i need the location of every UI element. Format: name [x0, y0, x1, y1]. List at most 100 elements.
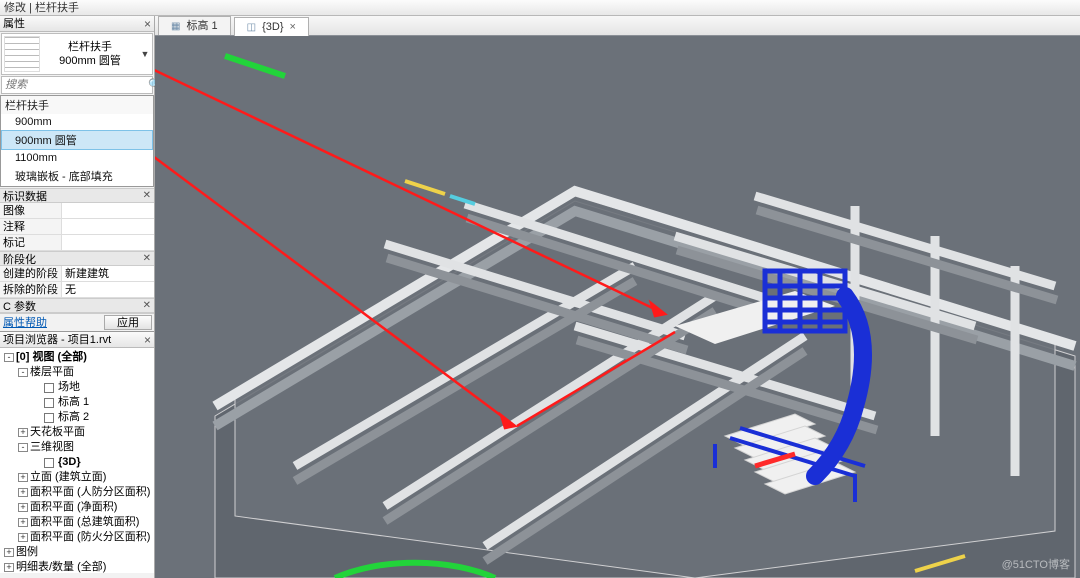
section-label: 标识数据 — [3, 188, 47, 204]
tree-node[interactable]: -三维视图 — [0, 440, 154, 455]
tree-label: 立面 (建筑立面) — [30, 470, 106, 485]
prop-row: 图像 — [0, 203, 154, 219]
tree-node[interactable]: {3D} — [0, 455, 154, 470]
chevron-down-icon[interactable]: ▼ — [138, 49, 152, 59]
tree-label: 三维视图 — [30, 440, 74, 455]
tree-label: {3D} — [58, 455, 81, 470]
dropdown-option[interactable]: 1100mm — [1, 150, 153, 166]
tree-label: 面积平面 (人防分区面积) — [30, 485, 150, 500]
close-icon[interactable]: × — [144, 332, 151, 348]
tree-node[interactable]: 标高 2 — [0, 410, 154, 425]
tab-label: {3D} — [262, 18, 283, 37]
tree-toggle-icon[interactable]: + — [18, 533, 28, 542]
tab-active[interactable]: ◫ {3D} × — [234, 17, 309, 36]
chevron-icon: ✕ — [143, 190, 151, 201]
tree-toggle-icon[interactable]: - — [18, 368, 28, 377]
close-icon[interactable]: × — [290, 18, 296, 37]
section-id-data[interactable]: 标识数据 ✕ — [0, 188, 154, 203]
tree-toggle-icon[interactable]: - — [18, 443, 28, 452]
type-text: 栏杆扶手 900mm 圆管 — [42, 40, 138, 68]
prop-value[interactable]: 无 — [62, 282, 154, 297]
prop-row: 标记 — [0, 235, 154, 251]
prop-value[interactable]: 新建建筑 — [62, 266, 154, 281]
tree-node[interactable]: +面积平面 (人防分区面积) — [0, 485, 154, 500]
search-box: 🔍 — [1, 76, 153, 94]
tree-node[interactable]: -楼层平面 — [0, 365, 154, 380]
type-dropdown: 栏杆扶手 900mm 900mm 圆管 1100mm 玻璃嵌板 - 底部填充 — [0, 95, 154, 187]
tree-node[interactable]: +图例 — [0, 545, 154, 560]
browser-header: 项目浏览器 - 项目1.rvt × — [0, 332, 154, 348]
apply-button[interactable]: 应用 — [104, 315, 152, 330]
tree-toggle-icon[interactable]: - — [4, 353, 14, 362]
tree-toggle-icon[interactable]: + — [18, 428, 28, 437]
tree-node[interactable]: 标高 1 — [0, 395, 154, 410]
tree-label: 面积平面 (总建筑面积) — [30, 515, 139, 530]
tree-node[interactable]: +立面 (建筑立面) — [0, 470, 154, 485]
section-label: 阶段化 — [3, 251, 36, 267]
model-svg — [155, 36, 1080, 578]
checkbox-icon[interactable] — [44, 458, 54, 468]
type-name: 栏杆扶手 — [42, 40, 138, 54]
tree-label: 场地 — [58, 380, 80, 395]
tree-label: 标高 1 — [58, 395, 89, 410]
section-phase[interactable]: 阶段化 ✕ — [0, 251, 154, 266]
tree-node[interactable]: +面积平面 (总建筑面积) — [0, 515, 154, 530]
help-row: 属性帮助 应用 — [0, 313, 154, 331]
section-c-params[interactable]: C 参数 ✕ — [0, 298, 154, 313]
chevron-icon: ✕ — [143, 300, 151, 311]
tree-label: 面积平面 (净面积) — [30, 500, 117, 515]
prop-key: 创建的阶段 — [0, 266, 62, 281]
tree-node[interactable]: +面积平面 (防火分区面积) — [0, 530, 154, 545]
properties-header: 属性 × — [0, 16, 154, 32]
tree-node[interactable]: +面积平面 (净面积) — [0, 500, 154, 515]
tree-node[interactable]: +天花板平面 — [0, 425, 154, 440]
type-sub: 900mm 圆管 — [42, 54, 138, 68]
cube-icon: ◫ — [247, 18, 256, 37]
checkbox-icon[interactable] — [44, 398, 54, 408]
watermark: @51CTO博客 — [1002, 556, 1070, 572]
prop-value[interactable] — [62, 219, 154, 234]
tree-label: 楼层平面 — [30, 365, 74, 380]
type-selector[interactable]: 栏杆扶手 900mm 圆管 ▼ — [1, 33, 153, 75]
chevron-icon: ✕ — [143, 253, 151, 264]
tree-toggle-icon[interactable]: + — [18, 503, 28, 512]
prop-key: 标记 — [0, 235, 62, 250]
tab[interactable]: ▦ 标高 1 — [158, 16, 231, 35]
tree-toggle-icon[interactable]: + — [4, 563, 14, 572]
prop-value[interactable] — [62, 235, 154, 250]
prop-row: 拆除的阶段 无 — [0, 282, 154, 298]
prop-row: 注释 — [0, 219, 154, 235]
project-browser: 项目浏览器 - 项目1.rvt × -[0] 视图 (全部)-楼层平面场地标高 … — [0, 331, 154, 573]
tree-toggle-icon[interactable]: + — [4, 548, 14, 557]
tree-label: 标高 2 — [58, 410, 89, 425]
grid-icon: ▦ — [171, 17, 180, 36]
tab-label: 标高 1 — [186, 17, 217, 36]
tree-label: 面积平面 (防火分区面积) — [30, 530, 150, 545]
title-text: 修改 | 栏杆扶手 — [4, 2, 79, 14]
help-link[interactable]: 属性帮助 — [0, 314, 102, 331]
dropdown-option[interactable]: 玻璃嵌板 - 底部填充 — [1, 166, 153, 186]
close-icon[interactable]: × — [144, 16, 151, 32]
search-input[interactable] — [2, 77, 148, 93]
dropdown-option[interactable]: 900mm — [1, 114, 153, 130]
tree-toggle-icon[interactable]: + — [18, 488, 28, 497]
prop-row: 创建的阶段 新建建筑 — [0, 266, 154, 282]
prop-value[interactable] — [62, 203, 154, 218]
tree-toggle-icon[interactable]: + — [18, 518, 28, 527]
tree-node[interactable]: 场地 — [0, 380, 154, 395]
dropdown-option-selected[interactable]: 900mm 圆管 — [1, 130, 153, 150]
left-panel: 属性 × 栏杆扶手 900mm 圆管 ▼ 🔍 栏杆扶手 900mm 900mm … — [0, 16, 155, 578]
browser-tree: -[0] 视图 (全部)-楼层平面场地标高 1标高 2+天花板平面-三维视图{3… — [0, 348, 154, 573]
checkbox-icon[interactable] — [44, 383, 54, 393]
3d-viewport[interactable] — [155, 36, 1080, 578]
prop-key: 图像 — [0, 203, 62, 218]
tree-label: 图例 — [16, 545, 38, 560]
checkbox-icon[interactable] — [44, 413, 54, 423]
tree-node[interactable]: +明细表/数量 (全部) — [0, 560, 154, 573]
tree-toggle-icon[interactable]: + — [18, 473, 28, 482]
prop-key: 拆除的阶段 — [0, 282, 62, 297]
section-label: C 参数 — [3, 298, 36, 314]
tree-label: [0] 视图 (全部) — [16, 350, 87, 365]
browser-title: 项目浏览器 - 项目1.rvt — [3, 332, 111, 348]
tree-node[interactable]: -[0] 视图 (全部) — [0, 350, 154, 365]
